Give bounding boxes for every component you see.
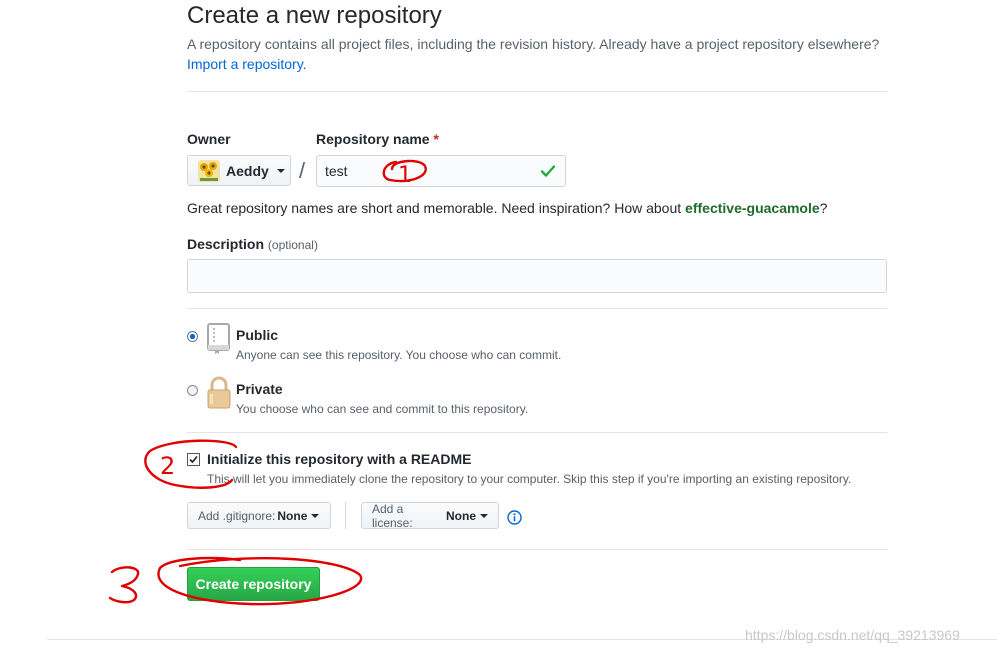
gitignore-dropdown[interactable]: Add .gitignore: None [187, 502, 331, 529]
public-note: Anyone can see this repository. You choo… [236, 348, 562, 362]
caret-down-icon [311, 513, 320, 518]
caret-down-icon [276, 168, 285, 173]
repo-name-label: Repository name * [316, 130, 439, 148]
owner-select-button[interactable]: Aeddy [187, 155, 291, 186]
watermark: https://blog.csdn.net/qq_39213969 [745, 627, 960, 643]
checkmark-icon [189, 455, 198, 464]
visibility-divider [187, 432, 887, 433]
check-icon [540, 165, 556, 177]
license-value: None [446, 508, 476, 523]
readme-checkbox[interactable] [187, 453, 200, 466]
description-divider [187, 308, 887, 309]
owner-name: Aeddy [226, 162, 269, 179]
name-suggestion[interactable]: effective-guacamole [685, 200, 820, 216]
owner-label: Owner [187, 131, 231, 147]
public-radio[interactable] [187, 331, 198, 342]
dropdown-separator [345, 502, 346, 529]
owner-repo-separator: / [299, 158, 306, 183]
import-repository-link[interactable]: Import a repository. [187, 54, 307, 74]
hint-text: Great repository names are short and mem… [187, 200, 686, 216]
private-title: Private [236, 381, 283, 397]
hint-suffix: ? [819, 200, 828, 216]
readme-note: This will let you immediately clone the … [207, 472, 852, 486]
description-input[interactable] [187, 259, 887, 293]
options-divider [187, 549, 887, 550]
annotation-mark-2: 2 [160, 452, 175, 480]
repo-icon [207, 323, 230, 354]
readme-label[interactable]: Initialize this repository with a README [207, 450, 471, 468]
public-title: Public [236, 327, 279, 343]
page-subtitle: A repository contains all project files,… [187, 36, 880, 52]
create-repository-button[interactable]: Create repository [187, 567, 320, 601]
avatar [198, 159, 220, 182]
info-icon[interactable] [507, 510, 522, 525]
lock-icon [207, 376, 231, 409]
repo-name-hint: Great repository names are short and mem… [187, 199, 827, 217]
gitignore-value: None [277, 508, 308, 523]
private-radio[interactable] [187, 385, 198, 396]
page-title: Create a new repository [187, 2, 442, 29]
repo-name-label-text: Repository name [316, 131, 430, 147]
description-label-text: Description [187, 236, 265, 252]
annotation-overlay: 1 2 3 [108, 159, 427, 606]
caret-down-icon [480, 513, 488, 518]
repo-name-input[interactable] [316, 155, 566, 187]
license-prefix: Add a license: [372, 501, 413, 530]
description-label: Description (optional) [187, 235, 318, 254]
optional-tag: (optional) [267, 238, 318, 252]
annotation-stroke-3 [108, 566, 140, 604]
header-divider [187, 91, 887, 92]
gitignore-prefix: Add .gitignore: [198, 508, 276, 523]
required-mark: * [433, 131, 439, 147]
license-dropdown[interactable]: Add a license: None [361, 501, 499, 530]
private-note: You choose who can see and commit to thi… [236, 402, 529, 416]
